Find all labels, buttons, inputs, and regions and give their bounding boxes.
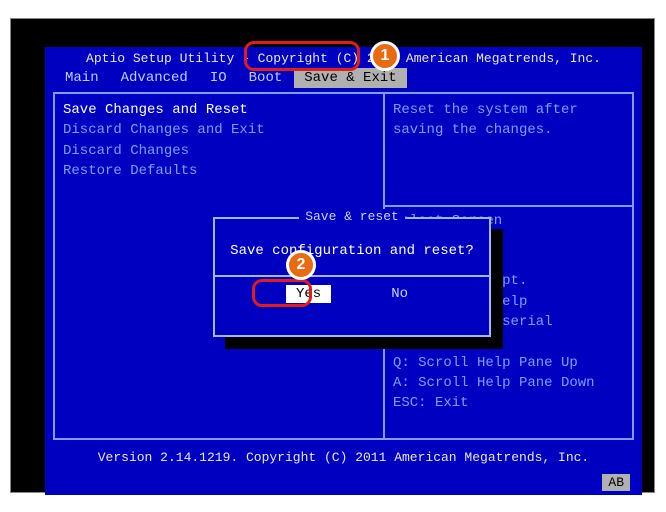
bios-header: Aptio Setup Utility - Copyright (C) 2011…	[45, 47, 642, 66]
tab-main[interactable]: Main	[55, 68, 109, 88]
outer-frame: Aptio Setup Utility - Copyright (C) 2011…	[10, 18, 655, 493]
dialog-message: Save configuration and reset?	[215, 225, 489, 275]
dialog-title: Save & reset	[299, 209, 405, 224]
dialog-title-wrap: Save & reset	[215, 209, 489, 225]
tab-io[interactable]: IO	[200, 68, 237, 88]
confirm-dialog: Save & reset Save configuration and rese…	[213, 217, 491, 337]
menu-save-reset[interactable]: Save Changes and Reset	[63, 100, 375, 120]
tab-advanced[interactable]: Advanced	[111, 68, 198, 88]
bios-screen: Aptio Setup Utility - Copyright (C) 2011…	[45, 47, 642, 495]
help-divider	[385, 205, 632, 207]
help-line: A: Scroll Help Pane Down	[393, 373, 624, 393]
help-description: Reset the system after saving the change…	[393, 100, 624, 141]
dialog-buttons: Yes No	[215, 277, 489, 311]
help-line: Q: Scroll Help Pane Up	[393, 353, 624, 373]
no-button[interactable]: No	[381, 285, 418, 303]
menu-discard-exit[interactable]: Discard Changes and Exit	[63, 120, 375, 140]
tab-save-exit[interactable]: Save & Exit	[294, 68, 406, 88]
keyboard-indicator: AB	[602, 474, 630, 491]
tab-boot[interactable]: Boot	[239, 68, 293, 88]
yes-button[interactable]: Yes	[286, 285, 331, 303]
tab-bar: Main Advanced IO Boot Save & Exit	[45, 66, 642, 92]
menu-discard[interactable]: Discard Changes	[63, 141, 375, 161]
menu-restore-defaults[interactable]: Restore Defaults	[63, 161, 375, 181]
bios-footer: Version 2.14.1219. Copyright (C) 2011 Am…	[45, 440, 642, 465]
help-line: ESC: Exit	[393, 393, 624, 413]
